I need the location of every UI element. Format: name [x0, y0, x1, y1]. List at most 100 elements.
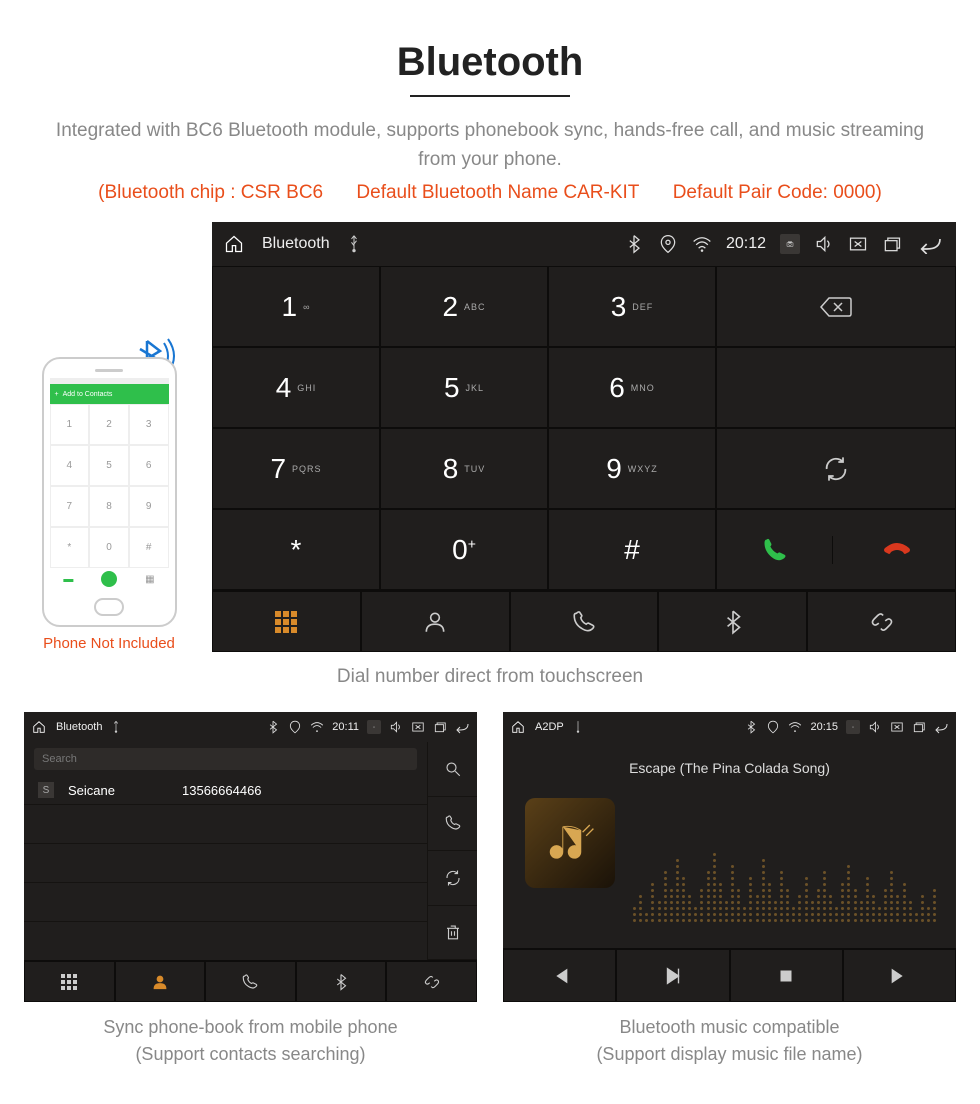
- next-button[interactable]: [843, 949, 956, 1002]
- close-icon[interactable]: [411, 720, 425, 734]
- back-icon[interactable]: [455, 720, 469, 734]
- search-input[interactable]: Search: [34, 748, 417, 770]
- album-art-icon: [525, 798, 615, 888]
- phone-keypad: 123456789*0#: [50, 404, 169, 568]
- phone-column: +Add to Contacts 123456789*0# ▬ ▦ Phone …: [24, 357, 194, 652]
- tab-recent[interactable]: [205, 961, 296, 1002]
- dial-key-7[interactable]: 7PQRS: [212, 428, 380, 509]
- bluetooth-icon: [744, 720, 758, 734]
- spec-name: Default Bluetooth Name CAR-KIT: [356, 182, 639, 203]
- camera-icon[interactable]: [780, 234, 800, 254]
- section-description: Integrated with BC6 Bluetooth module, su…: [50, 117, 930, 174]
- section-title: Bluetooth: [10, 40, 970, 85]
- dial-key-1[interactable]: 1∞: [212, 266, 380, 347]
- tab-recent[interactable]: [510, 591, 659, 652]
- home-icon[interactable]: [511, 720, 525, 734]
- home-icon[interactable]: [32, 720, 46, 734]
- volume-icon[interactable]: [814, 234, 834, 254]
- music-caption: Bluetooth music compatible(Support displ…: [503, 1014, 956, 1068]
- bluetooth-icon: [266, 720, 280, 734]
- tab-contacts[interactable]: [361, 591, 510, 652]
- usb-icon: [112, 720, 120, 734]
- location-icon: [658, 234, 678, 254]
- sync-button[interactable]: [716, 428, 956, 509]
- volume-icon[interactable]: [389, 720, 403, 734]
- pb-search-button[interactable]: [427, 742, 477, 797]
- spec-chip: (Bluetooth chip : CSR BC6: [98, 182, 323, 203]
- dial-key-*[interactable]: *: [212, 509, 380, 590]
- call-button[interactable]: [717, 536, 833, 564]
- camera-icon[interactable]: [846, 720, 860, 734]
- dial-key-6[interactable]: 6MNO: [548, 347, 716, 428]
- recent-apps-icon[interactable]: [433, 720, 447, 734]
- pb-call-button[interactable]: [427, 797, 477, 852]
- dial-key-8[interactable]: 8TUV: [380, 428, 548, 509]
- contact-badge: S: [38, 782, 54, 798]
- phone-caption: Phone Not Included: [24, 635, 194, 652]
- hangup-button[interactable]: [839, 536, 955, 564]
- dialer-statusbar: Bluetooth 20:12: [212, 222, 956, 266]
- dial-key-0[interactable]: 0+: [380, 509, 548, 590]
- music-statusbar: A2DP 20:15: [503, 712, 956, 742]
- music-time: 20:15: [810, 721, 838, 733]
- wifi-icon: [788, 720, 802, 734]
- tab-dialpad[interactable]: [24, 961, 115, 1002]
- pb-delete-button[interactable]: [427, 906, 477, 961]
- close-icon[interactable]: [848, 234, 868, 254]
- dialer-caption: Dial number direct from touchscreen: [10, 666, 970, 688]
- phone-header: +Add to Contacts: [50, 384, 169, 404]
- dial-grid: 1∞2ABC3DEF 4GHI5JKL6MNO 7PQRS8TUV9WXYZ *0+#: [212, 266, 956, 590]
- dial-key-2[interactable]: 2ABC: [380, 266, 548, 347]
- dialpad-icon: [275, 611, 297, 633]
- music-title: A2DP: [535, 721, 564, 733]
- phone-call-icon: [101, 571, 117, 587]
- dial-key-3[interactable]: 3DEF: [548, 266, 716, 347]
- phonebook-time: 20:11: [332, 721, 359, 733]
- tab-contacts[interactable]: [115, 961, 206, 1002]
- dial-blank: [716, 347, 956, 428]
- back-icon[interactable]: [934, 720, 948, 734]
- camera-icon[interactable]: [367, 720, 381, 734]
- phonebook-title: Bluetooth: [56, 721, 102, 733]
- dial-key-9[interactable]: 9WXYZ: [548, 428, 716, 509]
- recent-apps-icon[interactable]: [912, 720, 926, 734]
- volume-icon[interactable]: [868, 720, 882, 734]
- call-buttons[interactable]: [716, 509, 956, 590]
- dialer-time: 20:12: [726, 235, 766, 253]
- equalizer: [633, 802, 936, 922]
- phonebook-statusbar: Bluetooth 20:11: [24, 712, 477, 742]
- tab-dialpad[interactable]: [212, 591, 361, 652]
- spec-code: Default Pair Code: 0000): [673, 182, 882, 203]
- pb-sync-button[interactable]: [427, 851, 477, 906]
- phonebook-caption: Sync phone-book from mobile phone(Suppor…: [24, 1014, 477, 1068]
- tab-bluetooth[interactable]: [296, 961, 387, 1002]
- contact-row[interactable]: S Seicane 13566664466: [24, 776, 427, 805]
- close-icon[interactable]: [890, 720, 904, 734]
- backspace-button[interactable]: [716, 266, 956, 347]
- dialer-panel: Bluetooth 20:12 1∞2ABC3DEF: [212, 222, 956, 652]
- phonebook-panel: Bluetooth 20:11 Search: [24, 712, 477, 1002]
- dial-key-5[interactable]: 5JKL: [380, 347, 548, 428]
- tab-pair[interactable]: [807, 591, 956, 652]
- back-icon[interactable]: [916, 234, 944, 254]
- usb-icon: [574, 720, 582, 734]
- spec-line: (Bluetooth chip : CSR BC6 Default Blueto…: [10, 182, 970, 204]
- home-icon[interactable]: [224, 234, 244, 254]
- title-underline: [410, 95, 570, 97]
- play-button[interactable]: [616, 949, 729, 1002]
- phonebook-tabbar: [24, 960, 477, 1002]
- tab-bluetooth[interactable]: [658, 591, 807, 652]
- dial-key-#[interactable]: #: [548, 509, 716, 590]
- dialer-tabbar: [212, 590, 956, 652]
- wifi-icon: [692, 234, 712, 254]
- wifi-icon: [310, 720, 324, 734]
- stop-button[interactable]: [730, 949, 843, 1002]
- track-name: Escape (The Pina Colada Song): [629, 760, 830, 776]
- location-icon: [766, 720, 780, 734]
- dialer-title: Bluetooth: [262, 235, 330, 253]
- prev-button[interactable]: [503, 949, 616, 1002]
- tab-pair[interactable]: [386, 961, 477, 1002]
- recent-apps-icon[interactable]: [882, 234, 902, 254]
- dial-key-4[interactable]: 4GHI: [212, 347, 380, 428]
- dialpad-icon: [61, 974, 77, 990]
